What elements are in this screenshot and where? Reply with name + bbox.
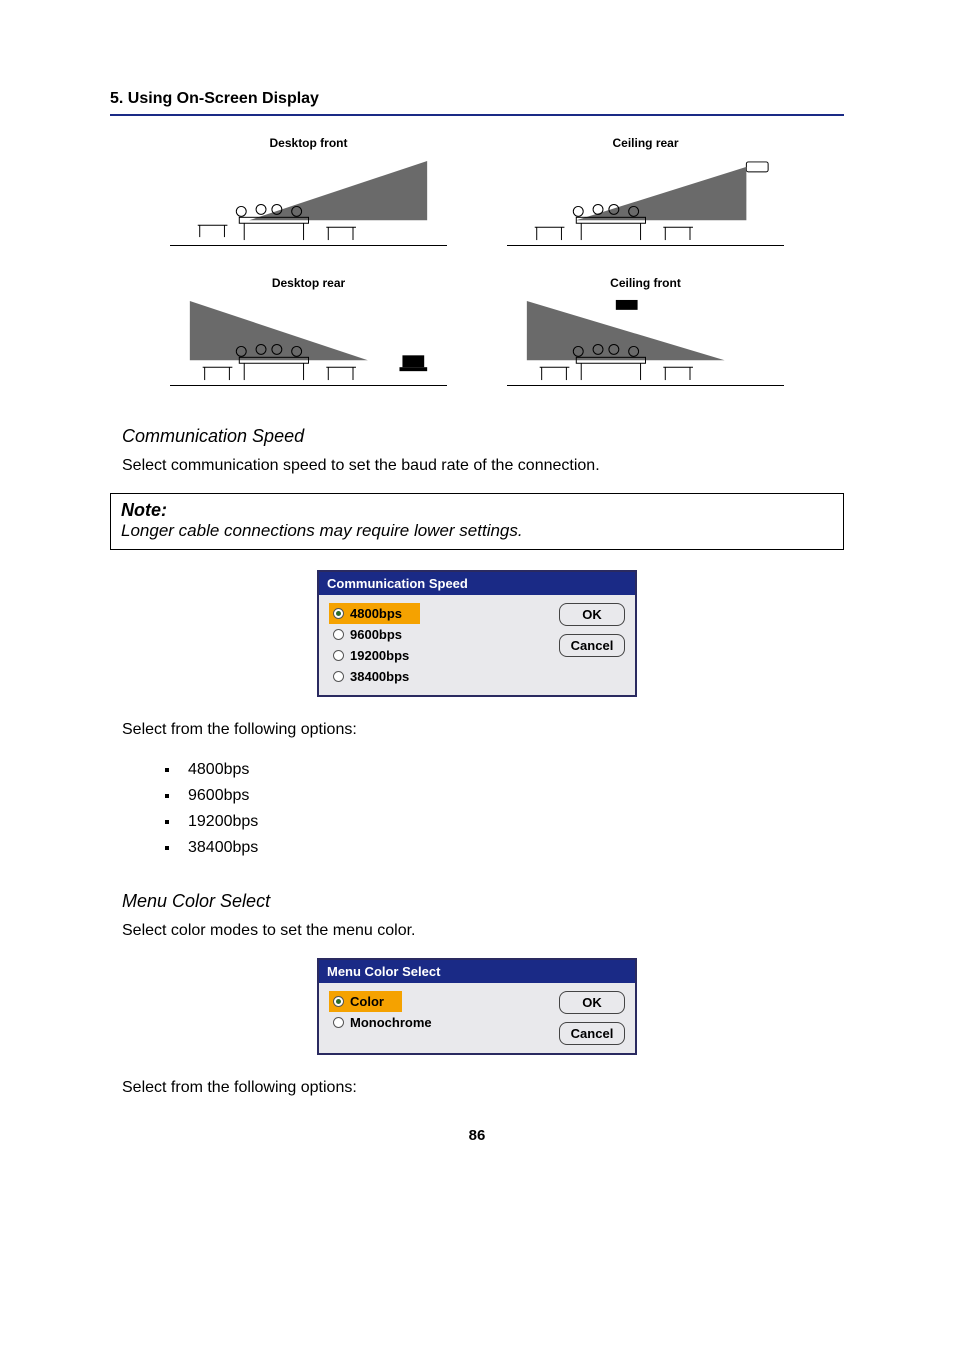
- layout-label: Desktop rear: [170, 276, 447, 290]
- layout-grid: Desktop front Ceiling: [170, 136, 784, 386]
- cancel-button[interactable]: Cancel: [559, 1022, 625, 1045]
- option-19200bps[interactable]: 19200bps: [329, 645, 547, 666]
- ok-button[interactable]: OK: [559, 991, 625, 1014]
- list-item: 4800bps: [180, 757, 844, 783]
- radio-icon: [333, 671, 344, 682]
- option-label: Color: [350, 994, 384, 1009]
- cancel-button[interactable]: Cancel: [559, 634, 625, 657]
- option-9600bps[interactable]: 9600bps: [329, 624, 547, 645]
- communication-speed-dialog: Communication Speed 4800bps 9600bps 1920…: [317, 570, 637, 697]
- option-color[interactable]: Color: [329, 991, 402, 1012]
- page-number: 86: [110, 1127, 844, 1144]
- layout-desktop-rear: Desktop rear: [170, 276, 447, 386]
- note-box: Note: Longer cable connections may requi…: [110, 493, 844, 550]
- radio-icon: [333, 1017, 344, 1028]
- option-label: Monochrome: [350, 1015, 432, 1030]
- diagram-desktop-front: [170, 156, 447, 246]
- option-4800bps[interactable]: 4800bps: [329, 603, 420, 624]
- layout-desktop-front: Desktop front: [170, 136, 447, 246]
- option-label: 38400bps: [350, 669, 409, 684]
- options-list: 4800bps 9600bps 19200bps 38400bps: [180, 757, 844, 861]
- menu-color-heading: Menu Color Select: [122, 891, 844, 912]
- radio-icon: [333, 629, 344, 640]
- dialog-options: 4800bps 9600bps 19200bps 38400bps: [329, 603, 547, 687]
- diagram-ceiling-front: [507, 296, 784, 386]
- dialog-title: Communication Speed: [319, 572, 635, 595]
- options-intro: Select from the following options:: [122, 1079, 844, 1097]
- option-label: 9600bps: [350, 627, 402, 642]
- dialog-title: Menu Color Select: [319, 960, 635, 983]
- layout-label: Ceiling rear: [507, 136, 784, 150]
- option-label: 19200bps: [350, 648, 409, 663]
- diagram-desktop-rear: [170, 296, 447, 386]
- option-monochrome[interactable]: Monochrome: [329, 1012, 547, 1033]
- note-body: Longer cable connections may require low…: [121, 521, 833, 541]
- list-item: 38400bps: [180, 835, 844, 861]
- section-header: 5. Using On-Screen Display: [110, 90, 844, 116]
- layout-ceiling-front: Ceiling front: [507, 276, 784, 386]
- radio-icon: [333, 650, 344, 661]
- options-intro: Select from the following options:: [122, 721, 844, 739]
- option-38400bps[interactable]: 38400bps: [329, 666, 547, 687]
- list-item: 9600bps: [180, 783, 844, 809]
- layout-ceiling-rear: Ceiling rear: [507, 136, 784, 246]
- radio-icon: [333, 608, 344, 619]
- diagram-ceiling-rear: [507, 156, 784, 246]
- list-item: 19200bps: [180, 809, 844, 835]
- note-title: Note:: [121, 500, 833, 521]
- option-label: 4800bps: [350, 606, 402, 621]
- layout-label: Ceiling front: [507, 276, 784, 290]
- radio-icon: [333, 996, 344, 1007]
- communication-speed-heading: Communication Speed: [122, 426, 844, 447]
- menu-color-dialog: Menu Color Select Color Monochrome OK Ca…: [317, 958, 637, 1055]
- ok-button[interactable]: OK: [559, 603, 625, 626]
- layout-label: Desktop front: [170, 136, 447, 150]
- communication-speed-intro: Select communication speed to set the ba…: [122, 457, 844, 475]
- dialog-options: Color Monochrome: [329, 991, 547, 1045]
- menu-color-intro: Select color modes to set the menu color…: [122, 922, 844, 940]
